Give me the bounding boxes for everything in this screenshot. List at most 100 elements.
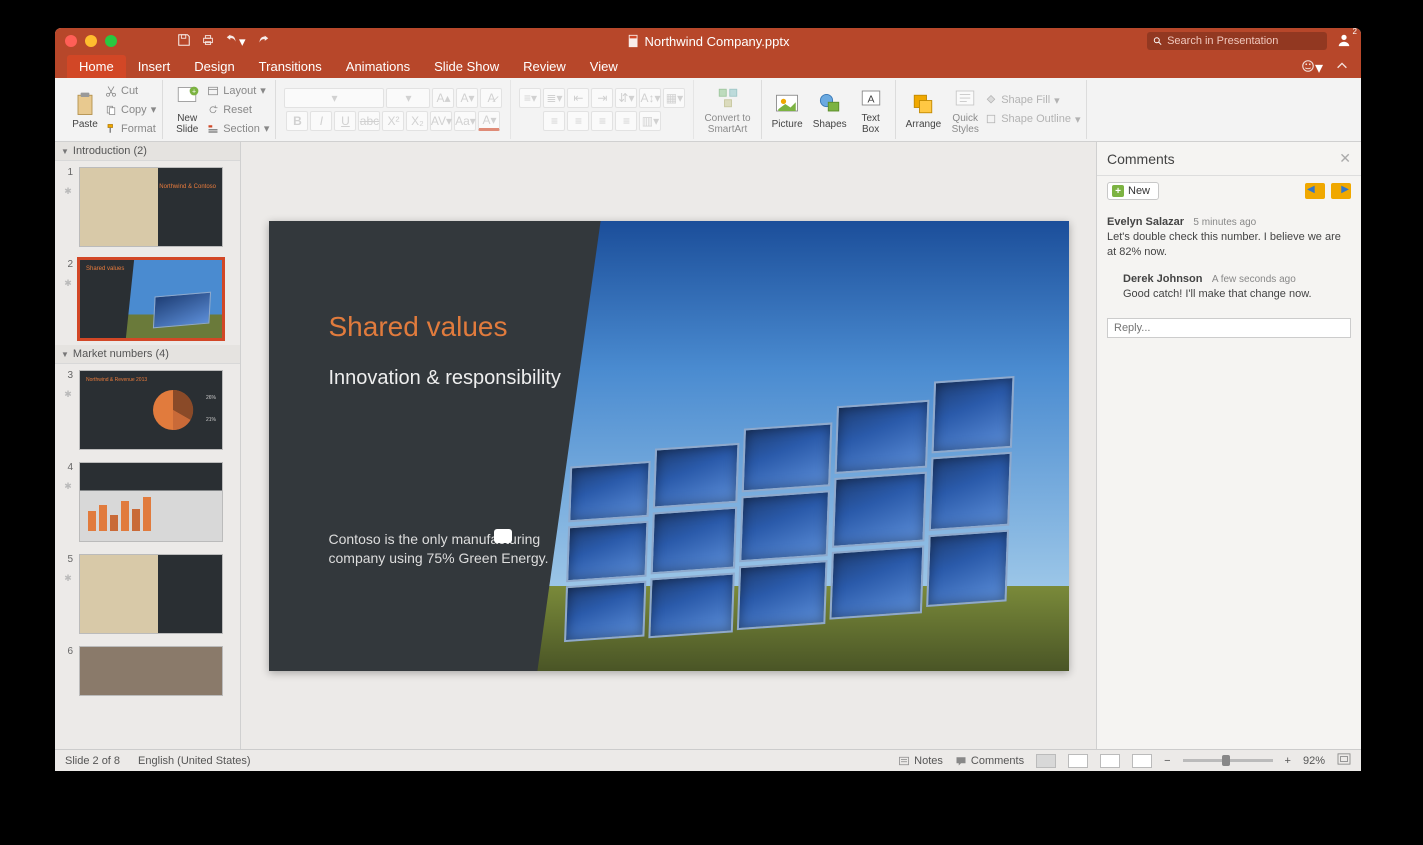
shape-fill-button[interactable]: Shape Fill ▾ [985,91,1080,109]
fit-to-window-button[interactable] [1337,753,1351,768]
picture-button[interactable]: Picture [768,88,807,132]
slide-thumbnail-3[interactable]: 3✱ Northwind & Revenue 2013 26% 21% [55,364,240,456]
save-icon[interactable] [177,33,191,50]
slide-thumbnail-2[interactable]: 2✱ Shared values [55,253,240,345]
text-direction-button[interactable]: A↕▾ [639,88,661,108]
underline-button[interactable]: U [334,111,356,131]
line-spacing-button[interactable]: ⇵▾ [615,88,637,108]
window-controls [55,35,117,47]
close-window-button[interactable] [65,35,77,47]
tab-review[interactable]: Review [511,55,578,78]
comment-marker-icon[interactable] [494,529,512,543]
subscript-button[interactable]: X₂ [406,111,428,131]
plus-icon: + [1112,185,1124,197]
share-user-indicator[interactable]: 2 [1337,33,1351,50]
cut-button[interactable]: Cut [105,82,156,100]
zoom-level-label[interactable]: 92% [1303,755,1325,767]
print-icon[interactable] [201,33,215,50]
close-comments-icon[interactable]: ✕ [1339,150,1351,167]
svg-text:+: + [192,89,196,96]
zoom-slider[interactable] [1183,759,1273,762]
tab-slide-show[interactable]: Slide Show [422,55,511,78]
change-case-button[interactable]: Aa▾ [454,111,476,131]
section-header-introduction[interactable]: Introduction (2) [55,142,240,161]
strikethrough-button[interactable]: abc [358,111,380,131]
normal-view-button[interactable] [1036,754,1056,768]
slide-sorter-view-button[interactable] [1068,754,1088,768]
decrease-font-button[interactable]: A▾ [456,88,478,108]
maximize-window-button[interactable] [105,35,117,47]
columns-button[interactable]: ▥▾ [639,111,661,131]
tab-home[interactable]: Home [67,55,126,78]
align-center-button[interactable]: ≡ [567,111,589,131]
justify-button[interactable]: ≡ [615,111,637,131]
arrange-button[interactable]: Arrange [902,88,946,132]
slide-title[interactable]: Shared values [329,311,569,343]
collapse-ribbon-icon[interactable] [1335,59,1349,78]
minimize-window-button[interactable] [85,35,97,47]
quick-styles-button[interactable]: Quick Styles [947,82,983,137]
align-right-button[interactable]: ≡ [591,111,613,131]
align-text-button[interactable]: ▦▾ [663,88,685,108]
current-slide[interactable]: Shared values Innovation & responsibilit… [269,221,1069,671]
tab-view[interactable]: View [578,55,630,78]
numbering-button[interactable]: ≣▾ [543,88,565,108]
bullets-button[interactable]: ≡▾ [519,88,541,108]
reset-button[interactable]: Reset [207,101,269,119]
feedback-smiley-icon[interactable]: ▾ [1301,58,1323,78]
slideshow-view-button[interactable] [1132,754,1152,768]
convert-smartart-button[interactable]: Convert to SmartArt [700,82,754,137]
shapes-button[interactable]: Shapes [809,88,851,132]
text-box-button[interactable]: A Text Box [853,82,889,137]
slide-body-text[interactable]: Contoso is the only manufacturing compan… [329,530,569,569]
decrease-indent-button[interactable]: ⇤ [567,88,589,108]
character-spacing-button[interactable]: AV▾ [430,111,452,131]
bold-button[interactable]: B [286,111,308,131]
next-comment-button[interactable] [1331,183,1351,199]
section-button[interactable]: Section ▾ [207,120,269,138]
tab-transitions[interactable]: Transitions [247,55,334,78]
new-comment-button[interactable]: + New [1107,182,1159,200]
reading-view-button[interactable] [1100,754,1120,768]
notes-toggle[interactable]: Notes [898,755,943,767]
copy-button[interactable]: Copy ▾ [105,101,156,119]
comment-reply-input[interactable] [1107,318,1351,338]
comment-2-reply[interactable]: Derek Johnson A few seconds ago Good cat… [1123,271,1351,302]
comment-1[interactable]: Evelyn Salazar 5 minutes ago Let's doubl… [1107,214,1351,261]
superscript-button[interactable]: X² [382,111,404,131]
slide-thumbnail-5[interactable]: 5✱ [55,548,240,640]
slide-thumbnail-6[interactable]: 6 [55,640,240,702]
italic-button[interactable]: I [310,111,332,131]
slide-subtitle[interactable]: Innovation & responsibility [329,367,569,390]
section-header-market-numbers[interactable]: Market numbers (4) [55,345,240,364]
previous-comment-button[interactable] [1305,183,1325,199]
tab-insert[interactable]: Insert [126,55,183,78]
comment-body: Good catch! I'll make that change now. [1123,287,1351,302]
slide-thumbnail-4[interactable]: 4✱ [55,456,240,548]
font-color-button[interactable]: A▾ [478,111,500,131]
slide-thumbnail-1[interactable]: 1✱ Northwind & Contoso [55,161,240,253]
align-left-button[interactable]: ≡ [543,111,565,131]
search-box[interactable] [1147,32,1327,50]
new-slide-button[interactable]: + New Slide [169,82,205,137]
layout-button[interactable]: Layout ▾ [207,82,269,100]
undo-icon[interactable]: ▾ [225,32,246,50]
font-family-select[interactable]: ▾ [284,88,384,108]
format-painter-button[interactable]: Format [105,120,156,138]
paste-button[interactable]: Paste [67,88,103,132]
comment-timestamp: A few seconds ago [1212,274,1296,285]
zoom-out-button[interactable]: − [1164,755,1170,767]
shape-outline-button[interactable]: Shape Outline ▾ [985,110,1080,128]
comments-toggle[interactable]: Comments [955,755,1024,767]
increase-indent-button[interactable]: ⇥ [591,88,613,108]
zoom-in-button[interactable]: + [1285,755,1291,767]
slide-canvas[interactable]: Shared values Innovation & responsibilit… [241,142,1096,749]
tab-design[interactable]: Design [182,55,246,78]
increase-font-button[interactable]: A▴ [432,88,454,108]
tab-animations[interactable]: Animations [334,55,422,78]
search-input[interactable] [1167,35,1321,47]
clear-formatting-button[interactable]: A̷ [480,88,502,108]
language-label[interactable]: English (United States) [138,755,251,767]
font-size-select[interactable]: ▾ [386,88,430,108]
redo-icon[interactable] [256,33,270,50]
